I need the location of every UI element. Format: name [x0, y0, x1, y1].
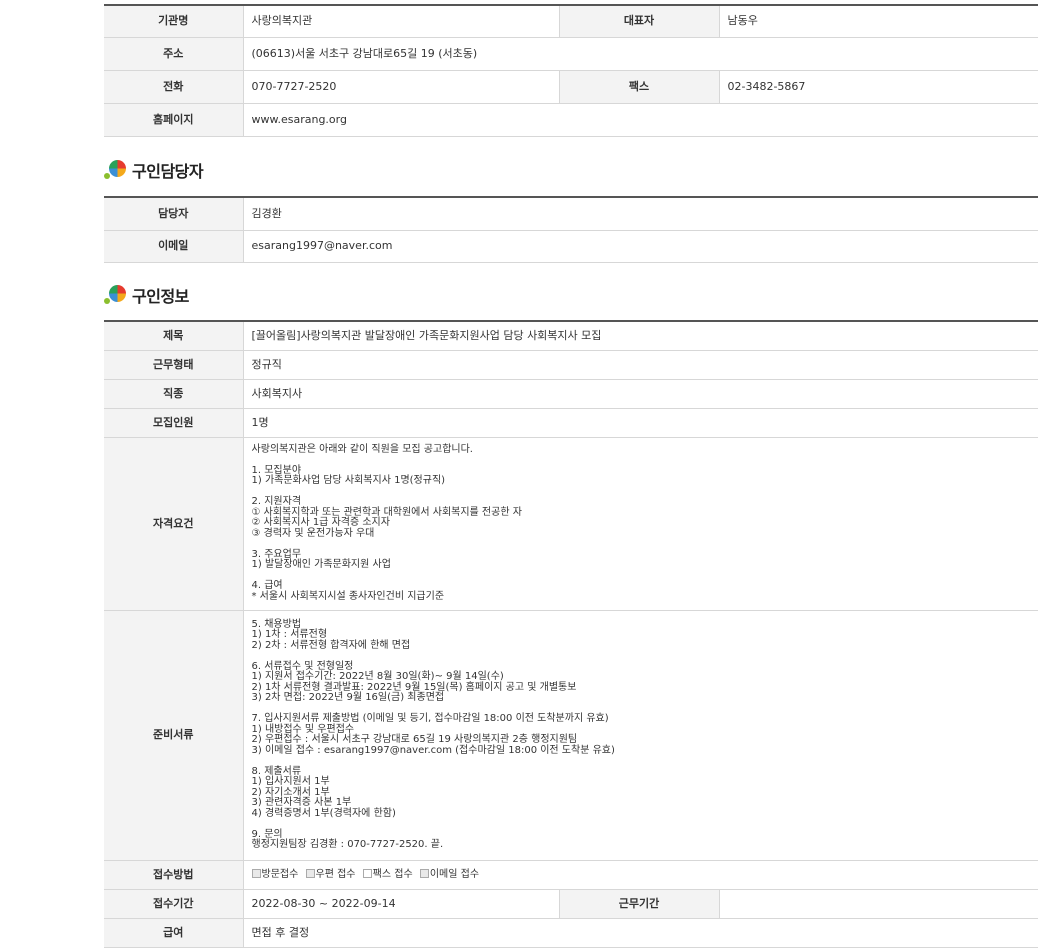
org-info-section: 기관명 사랑의복지관 대표자 남동우 주소 (06613)서울 서초구 강남대로… [104, 4, 1038, 137]
email-label: 이메일 [104, 230, 244, 263]
table-row: 주소 (06613)서울 서초구 강남대로65길 19 (서초동) [104, 37, 1038, 71]
org-name-value: 사랑의복지관 [243, 5, 559, 38]
method-label: 접수방법 [104, 860, 244, 890]
table-row: 근무형태 정규직 [104, 350, 1039, 380]
method-options: 방문접수 우편 접수 팩스 접수 이메일 접수 [243, 860, 1039, 890]
table-row: 접수기간 2022-08-30 ~ 2022-09-14 근무기간 [104, 889, 1039, 919]
person-label: 담당자 [104, 197, 244, 231]
checkbox-icon [362, 868, 372, 878]
table-row: 준비서류 5. 채용방법 1) 1차 : 서류전형 2) 2차 : 서류전형 합… [104, 610, 1039, 861]
headcount-value: 1명 [243, 408, 1039, 438]
table-row: 접수방법 방문접수 우편 접수 팩스 접수 이메일 접수 [104, 860, 1039, 890]
subject-value: [끌어올림]사랑의복지관 발달장애인 가족문화지원사업 담당 사회복지사 모집 [243, 321, 1039, 351]
job-title: 구인정보 [132, 287, 189, 306]
job-table: 제목 [끌어올림]사랑의복지관 발달장애인 가족문화지원사업 담당 사회복지사 … [104, 320, 1039, 948]
method-fax: 팩스 접수 [362, 868, 413, 880]
method-mail: 우편 접수 [305, 868, 355, 880]
table-row: 급여 면접 후 결정 [104, 918, 1039, 948]
period-value: 2022-08-30 ~ 2022-09-14 [243, 889, 559, 919]
contact-title: 구인담당자 [132, 162, 204, 181]
table-row: 기관명 사랑의복지관 대표자 남동우 [104, 5, 1038, 38]
table-row: 홈페이지 www.esarang.org [104, 103, 1038, 137]
email-value: esarang1997@naver.com [243, 230, 1038, 263]
tel-label: 전화 [104, 70, 244, 104]
work-type-label: 근무형태 [104, 350, 244, 380]
web-label: 홈페이지 [104, 103, 244, 137]
work-period-value [719, 889, 1039, 919]
headcount-label: 모집인원 [104, 408, 244, 438]
rep-label: 대표자 [558, 5, 720, 38]
checkbox-icon [305, 868, 315, 878]
table-row: 이메일 esarang1997@naver.com [104, 230, 1038, 263]
contact-table: 담당자 김경환 이메일 esarang1997@naver.com [104, 196, 1038, 263]
occupation-label: 직종 [104, 379, 244, 409]
qualification-value: 사랑의복지관은 아래와 같이 직원을 모집 공고합니다. 1. 모집분야 1) … [243, 437, 1039, 611]
addr-value: (06613)서울 서초구 강남대로65길 19 (서초동) [243, 37, 1038, 71]
method-email: 이메일 접수 [419, 868, 479, 880]
section-bullet-icon [104, 159, 128, 181]
table-row: 제목 [끌어올림]사랑의복지관 발달장애인 가족문화지원사업 담당 사회복지사 … [104, 321, 1039, 351]
contact-section-title: 구인담당자 [104, 155, 204, 185]
tel-value: 070-7727-2520 [243, 70, 559, 104]
table-row: 자격요건 사랑의복지관은 아래와 같이 직원을 모집 공고합니다. 1. 모집분… [104, 437, 1039, 611]
rep-value: 남동우 [719, 5, 1038, 38]
web-link[interactable]: www.esarang.org [243, 103, 1038, 137]
table-row: 담당자 김경환 [104, 197, 1038, 231]
work-type-value: 정규직 [243, 350, 1039, 380]
documents-value: 5. 채용방법 1) 1차 : 서류전형 2) 2차 : 서류전형 합격자에 한… [243, 610, 1039, 861]
salary-value: 면접 후 결정 [243, 918, 1039, 948]
addr-label: 주소 [104, 37, 244, 71]
checkbox-icon [251, 868, 261, 878]
table-row: 직종 사회복지사 [104, 379, 1039, 409]
table-row: 전화 070-7727-2520 팩스 02-3482-5867 [104, 70, 1038, 104]
job-section: 제목 [끌어올림]사랑의복지관 발달장애인 가족문화지원사업 담당 사회복지사 … [104, 320, 1039, 948]
documents-label: 준비서류 [104, 610, 244, 861]
contact-section: 담당자 김경환 이메일 esarang1997@naver.com [104, 196, 1038, 263]
occupation-value: 사회복지사 [243, 379, 1039, 409]
job-section-title: 구인정보 [104, 280, 189, 310]
table-row: 모집인원 1명 [104, 408, 1039, 438]
fax-label: 팩스 [558, 70, 720, 104]
salary-label: 급여 [104, 918, 244, 948]
qualification-label: 자격요건 [104, 437, 244, 611]
section-bullet-icon [104, 284, 128, 306]
period-label: 접수기간 [104, 889, 244, 919]
method-visit: 방문접수 [251, 868, 298, 880]
person-value: 김경환 [243, 197, 1038, 231]
org-name-label: 기관명 [104, 5, 244, 38]
checkbox-icon [419, 868, 429, 878]
fax-value: 02-3482-5867 [719, 70, 1038, 104]
subject-label: 제목 [104, 321, 244, 351]
org-info-table: 기관명 사랑의복지관 대표자 남동우 주소 (06613)서울 서초구 강남대로… [104, 4, 1038, 137]
work-period-label: 근무기간 [558, 889, 720, 919]
